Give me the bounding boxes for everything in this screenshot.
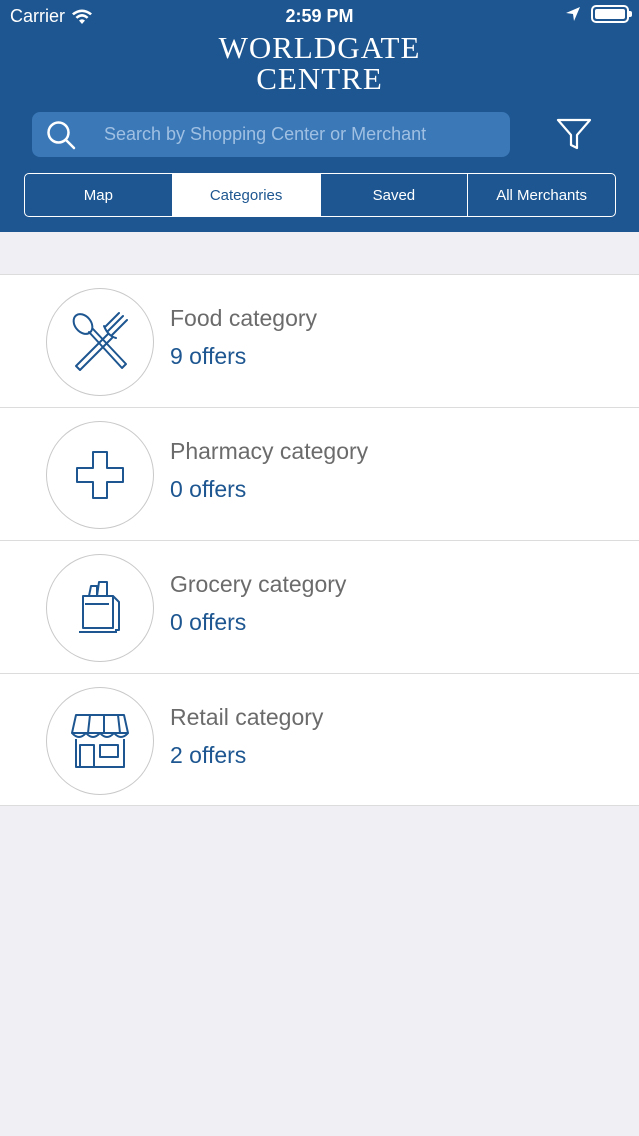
category-row-pharmacy[interactable]: Pharmacy category 0 offers — [0, 407, 639, 540]
category-title: Grocery category — [170, 571, 347, 597]
search-input[interactable]: Search by Shopping Center or Merchant — [32, 112, 510, 157]
battery-icon — [591, 5, 632, 23]
category-icon-circle — [46, 288, 154, 396]
status-bar: Carrier 2:59 PM — [0, 0, 639, 34]
tab-bar: Map Categories Saved All Merchants — [24, 173, 616, 217]
tab-saved[interactable]: Saved — [321, 174, 469, 216]
location-arrow-icon — [566, 7, 580, 21]
category-title: Retail category — [170, 704, 324, 730]
category-icon-circle — [46, 421, 154, 529]
status-time: 2:59 PM — [285, 6, 354, 26]
category-title: Food category — [170, 305, 318, 331]
filter-icon[interactable] — [556, 116, 592, 152]
cross-icon — [76, 451, 124, 499]
storefront-icon — [71, 714, 129, 768]
category-icon-circle — [46, 554, 154, 662]
category-offer-count: 0 offers — [170, 476, 247, 502]
grocery-bag-icon — [79, 581, 120, 633]
search-placeholder: Search by Shopping Center or Merchant — [104, 124, 427, 144]
search-icon — [47, 121, 76, 150]
category-row-food[interactable]: Food category 9 offers — [0, 274, 639, 407]
logo-line2: CENTRE — [256, 61, 383, 96]
category-icon-circle — [46, 687, 154, 795]
app-logo: WORLDGATE CENTRE — [0, 32, 639, 94]
fork-spoon-icon — [72, 312, 128, 371]
category-list: Food category 9 offers Pharmacy category… — [0, 274, 639, 806]
status-right — [565, 5, 632, 23]
category-offer-count: 0 offers — [170, 609, 247, 635]
category-offer-count: 2 offers — [170, 742, 247, 768]
tab-categories[interactable]: Categories — [172, 174, 321, 216]
category-row-retail[interactable]: Retail category 2 offers — [0, 673, 639, 806]
category-offer-count: 9 offers — [170, 343, 247, 369]
tab-all-merchants[interactable]: All Merchants — [468, 174, 615, 216]
header: Carrier 2:59 PM WORLDGATE CENTRE Search … — [0, 0, 639, 232]
category-row-grocery[interactable]: Grocery category 0 offers — [0, 540, 639, 673]
category-title: Pharmacy category — [170, 438, 369, 464]
tab-map[interactable]: Map — [25, 174, 173, 216]
logo-line1: WORLDGATE — [218, 30, 421, 65]
